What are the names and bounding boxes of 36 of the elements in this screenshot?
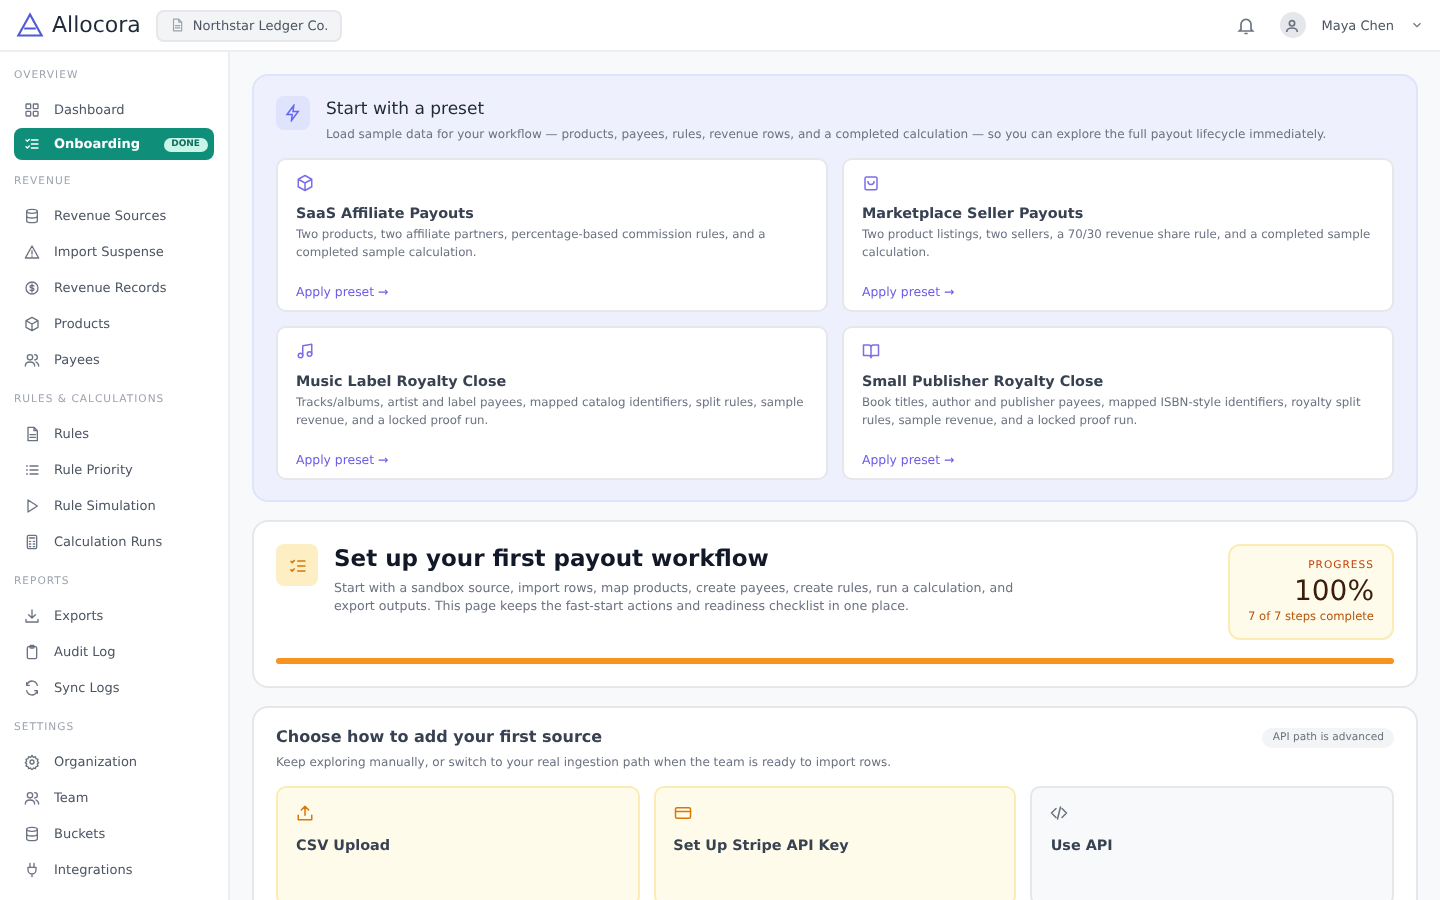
warning-icon: [24, 244, 40, 260]
logo-icon: [16, 12, 44, 38]
users-icon: [24, 790, 40, 806]
avatar[interactable]: [1279, 12, 1306, 38]
checklist-icon: [24, 136, 40, 152]
grid-icon: [24, 102, 40, 118]
download-icon: [24, 608, 40, 624]
book-icon: [862, 342, 880, 360]
users-icon: [24, 352, 40, 368]
sync-icon: [24, 680, 40, 696]
workflow-title: Set up your first payout workflow: [334, 544, 771, 572]
list-icon: [24, 462, 40, 478]
bag-icon: [862, 174, 880, 192]
play-icon: [24, 498, 40, 514]
upload-icon: [296, 804, 314, 822]
calculator-icon: [24, 534, 40, 550]
source-title: Choose how to add your first source: [276, 728, 603, 746]
progress-percent: 100%: [1291, 576, 1374, 608]
app-logo-text: Allocora: [52, 12, 141, 38]
card-icon: [673, 804, 692, 822]
cube-icon: [296, 174, 314, 192]
cube-icon: [24, 316, 40, 332]
lightning-icon: [276, 96, 310, 130]
notification-icon[interactable]: [1235, 15, 1256, 35]
chevron-down-icon[interactable]: [1410, 18, 1424, 32]
database-icon: [24, 208, 40, 224]
code-icon: [1050, 804, 1069, 822]
plug-icon: [24, 862, 40, 878]
clipboard-icon: [24, 644, 40, 660]
music-note-icon: [296, 342, 314, 360]
database-icon: [24, 826, 40, 842]
checklist-icon: [276, 544, 318, 586]
dollar-icon: [24, 280, 40, 296]
document-icon: [24, 426, 40, 442]
section-title: Start with a preset: [326, 100, 487, 120]
settings-icon: [24, 754, 40, 770]
